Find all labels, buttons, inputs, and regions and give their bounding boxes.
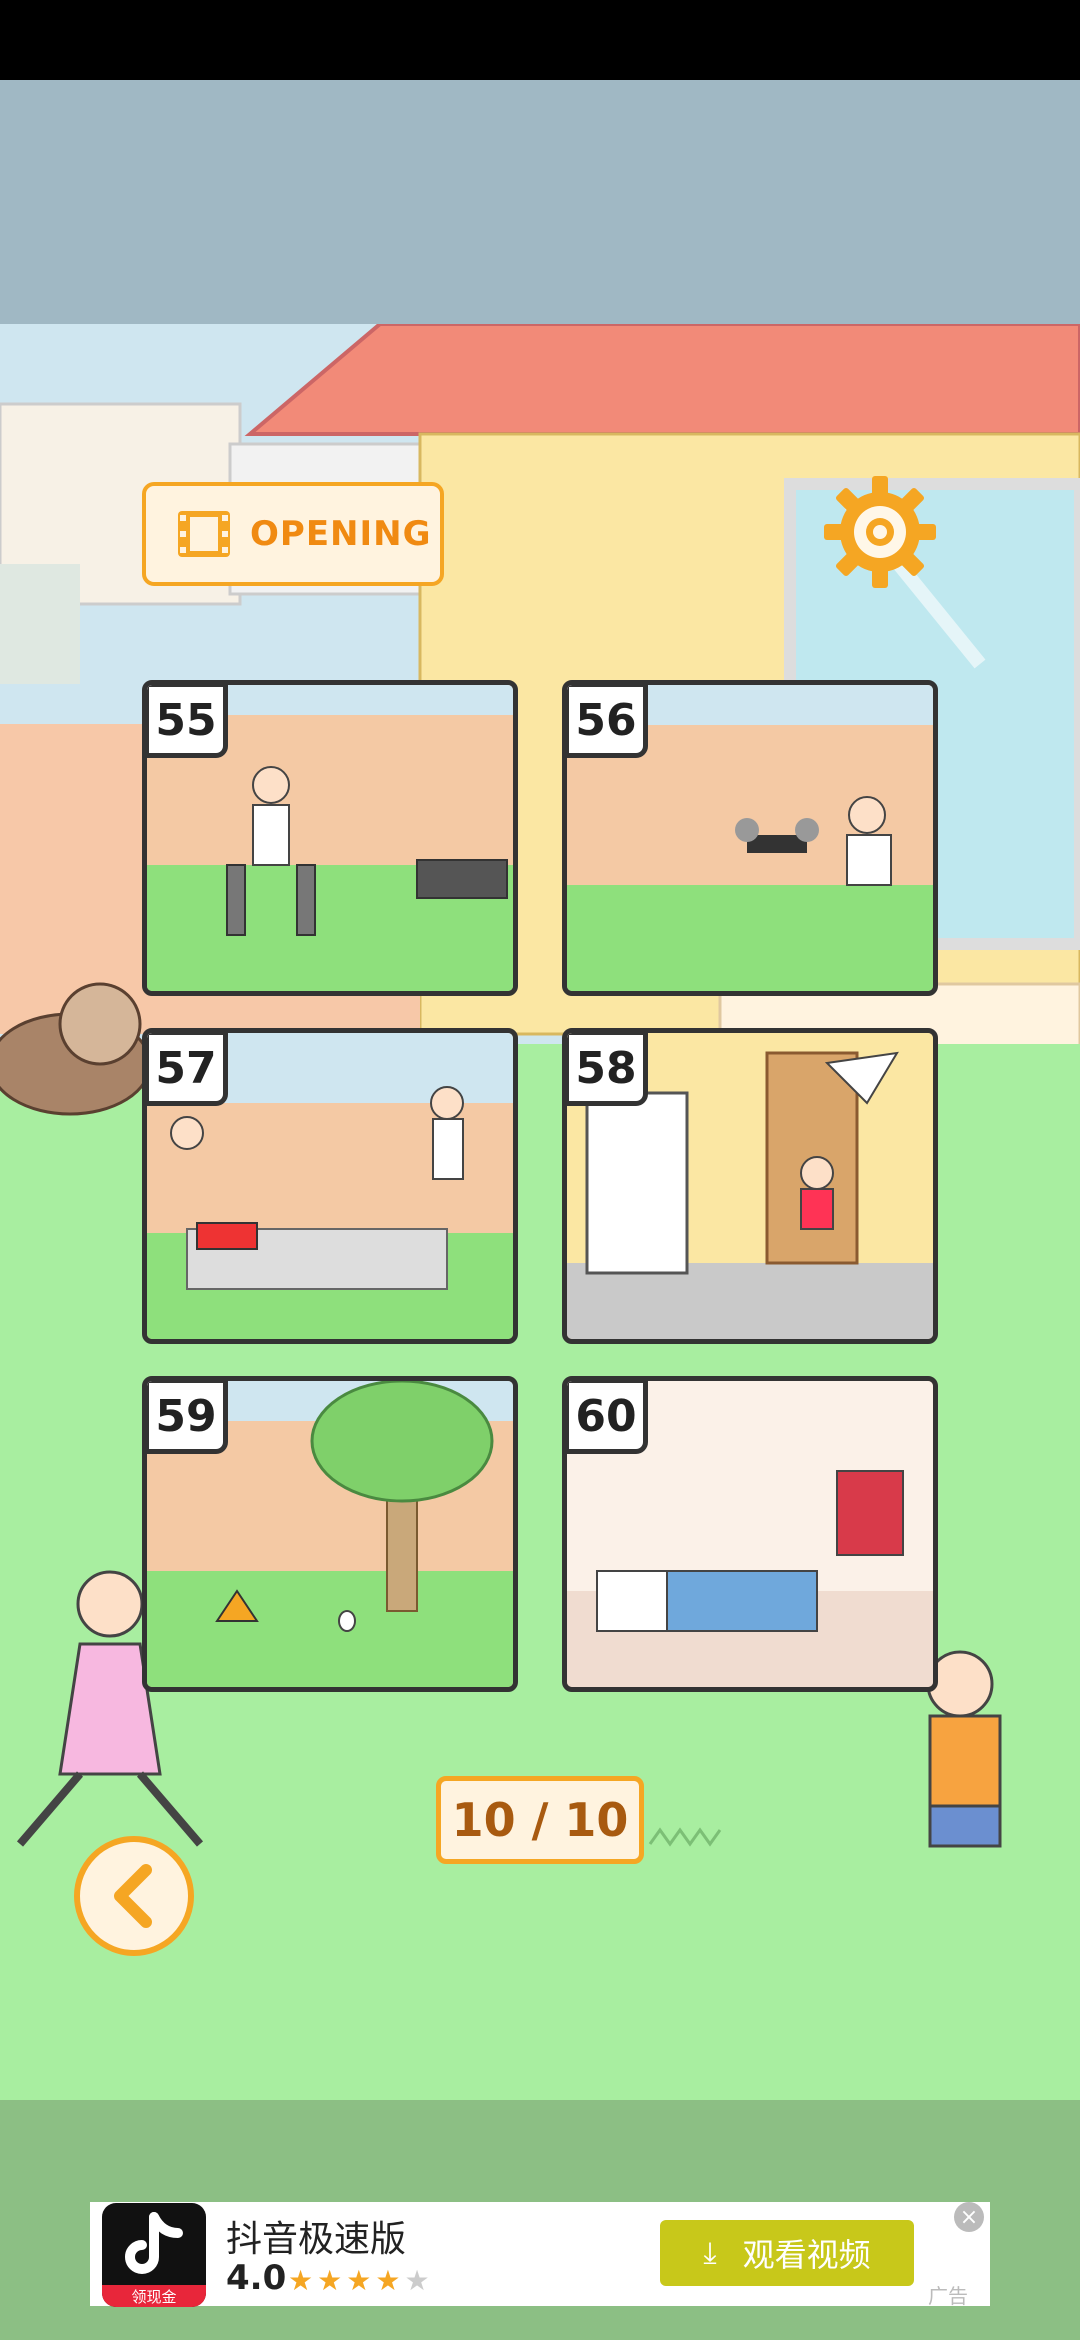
star-icon: ★ xyxy=(288,2264,318,2297)
star-icon: ★ xyxy=(317,2264,347,2297)
music-note-icon xyxy=(125,2212,183,2274)
gear-icon[interactable] xyxy=(822,474,938,590)
star-icon: ★ xyxy=(375,2264,405,2297)
app-rating: 4.0 xyxy=(226,2258,287,2298)
top-banner-area xyxy=(0,80,1080,324)
level-card-58[interactable]: 58 xyxy=(562,1028,938,1344)
level-card-60[interactable]: 60 xyxy=(562,1376,938,1692)
level-card-57[interactable]: 57 xyxy=(142,1028,518,1344)
level-card-56[interactable]: 56 xyxy=(562,680,938,996)
film-icon xyxy=(178,511,230,557)
level-number: 58 xyxy=(567,1033,648,1106)
ad-banner[interactable]: 领现金 抖音极速版 4.0 ★★★★★ ⤓ 观看视频 × 广告 xyxy=(90,2202,990,2308)
status-bar xyxy=(0,0,1080,80)
star-icon: ★ xyxy=(346,2264,376,2297)
chevron-left-icon xyxy=(114,1864,152,1928)
star-empty-icon: ★ xyxy=(404,2264,434,2297)
back-button[interactable] xyxy=(74,1836,194,1956)
level-card-59[interactable]: 59 xyxy=(142,1376,518,1692)
opening-label: OPENING xyxy=(250,514,432,554)
cta-label: 观看视频 xyxy=(742,2236,871,2274)
app-icon[interactable]: 领现金 xyxy=(102,2203,206,2307)
level-number: 55 xyxy=(147,685,228,758)
watch-video-button[interactable]: ⤓ 观看视频 xyxy=(660,2220,914,2286)
download-icon: ⤓ xyxy=(703,2235,717,2271)
level-number: 56 xyxy=(567,685,648,758)
close-icon[interactable]: × xyxy=(954,2202,984,2232)
ad-tag: 广告 xyxy=(928,2284,968,2308)
rating-stars: ★★★★★ xyxy=(288,2264,434,2297)
level-number: 60 xyxy=(567,1381,648,1454)
opening-button[interactable]: OPENING xyxy=(142,482,444,586)
app-name: 抖音极速版 xyxy=(226,2219,407,2260)
level-number: 59 xyxy=(147,1381,228,1454)
level-number: 57 xyxy=(147,1033,228,1106)
page-indicator: 10 / 10 xyxy=(436,1776,644,1864)
level-card-55[interactable]: 55 xyxy=(142,680,518,996)
app-badge: 领现金 xyxy=(102,2285,206,2307)
